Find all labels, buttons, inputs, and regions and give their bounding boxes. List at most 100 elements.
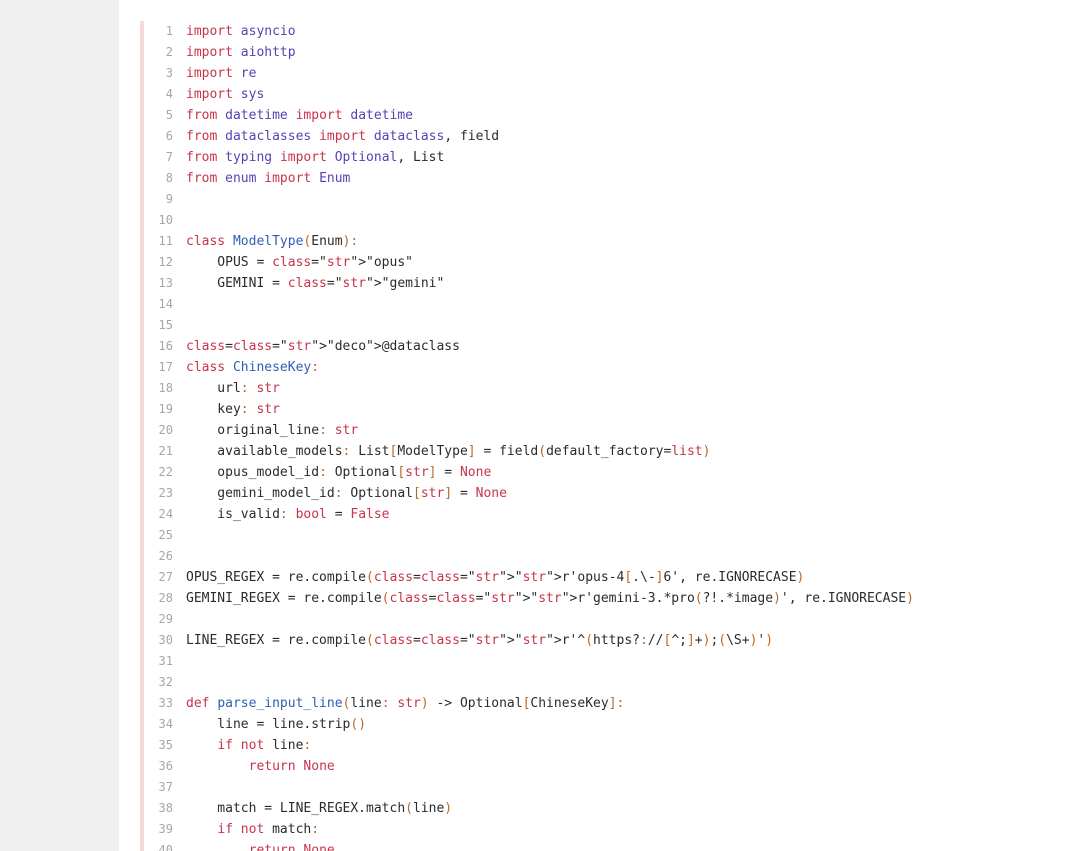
code-line: 21 available_models: List[ModelType] = f…	[144, 441, 1074, 462]
code-text: import asyncio	[186, 24, 296, 39]
line-number: 13	[158, 276, 173, 290]
line-number: 19	[158, 402, 173, 416]
code-text: from dataclasses import dataclass, field	[186, 129, 500, 144]
code-line: 10	[144, 210, 1074, 231]
code-line: 27 OPUS_REGEX = re.compile(class=class="s…	[144, 567, 1074, 588]
code-text: available_models: List[ModelType] = fiel…	[186, 444, 711, 459]
code-text: line = line.strip()	[186, 717, 367, 732]
line-number: 40	[158, 843, 173, 851]
code-text: import sys	[186, 87, 265, 102]
code-line: 38 match = LINE_REGEX.match(line)	[144, 798, 1074, 819]
code-text: return None	[248, 759, 335, 774]
code-line: 18 url: str	[144, 378, 1074, 399]
code-line: 24 is_valid: bool = False	[144, 504, 1074, 525]
line-number: 1	[165, 24, 173, 38]
code-line: 31	[144, 651, 1074, 672]
line-number: 2	[165, 45, 173, 59]
code-line: 25	[144, 525, 1074, 546]
code-text: if not line:	[217, 738, 312, 753]
line-number: 35	[158, 738, 173, 752]
code-block: 1 import asyncio 2 import aiohttp 3 import re…	[140, 21, 1074, 851]
line-number: 30	[158, 633, 173, 647]
line-number: 33	[158, 696, 173, 710]
code-text: gemini_model_id: Optional[str] = None	[186, 486, 507, 501]
line-number: 27	[158, 570, 173, 584]
line-number: 25	[158, 528, 173, 542]
code-line: 36 return None	[144, 756, 1074, 777]
line-number: 37	[158, 780, 173, 794]
code-text: from enum import Enum	[186, 171, 351, 186]
code-line: 8 from enum import Enum	[144, 168, 1074, 189]
code-text: opus_model_id: Optional[str] = None	[186, 465, 492, 480]
line-number: 4	[165, 87, 173, 101]
code-text: is_valid: bool = False	[186, 507, 390, 522]
code-line: 32	[144, 672, 1074, 693]
line-number: 31	[158, 654, 173, 668]
line-number: 23	[158, 486, 173, 500]
code-line: 39 if not match:	[144, 819, 1074, 840]
code-line: 35 if not line:	[144, 735, 1074, 756]
line-number: 16	[158, 339, 173, 353]
code-line: 23 gemini_model_id: Optional[str] = None	[144, 483, 1074, 504]
line-number: 20	[158, 423, 173, 437]
code-line: 12 OPUS = class="str">"opus"	[144, 252, 1074, 273]
line-number: 29	[158, 612, 173, 626]
code-text: OPUS = class="str">"opus"	[186, 255, 413, 270]
line-number: 22	[158, 465, 173, 479]
line-number: 12	[158, 255, 173, 269]
code-text: if not match:	[217, 822, 320, 837]
code-line: 6 from dataclasses import dataclass, fiel…	[144, 126, 1074, 147]
line-number: 24	[158, 507, 173, 521]
code-text: from typing import Optional, List	[186, 150, 445, 165]
code-line: 28 GEMINI_REGEX = re.compile(class=class=…	[144, 588, 1074, 609]
line-number: 17	[158, 360, 173, 374]
line-number: 39	[158, 822, 173, 836]
line-number: 32	[158, 675, 173, 689]
code-text: url: str	[186, 381, 280, 396]
code-text: import aiohttp	[186, 45, 296, 60]
code-text: def parse_input_line(line: str) -> Optio…	[186, 696, 625, 711]
line-number: 9	[165, 192, 173, 206]
code-text: class=class="str">"deco">@dataclass	[186, 339, 460, 354]
line-number: 21	[158, 444, 173, 458]
code-text: class ChineseKey:	[186, 360, 320, 375]
code-line: 5 from datetime import datetime	[144, 105, 1074, 126]
code-text: OPUS_REGEX = re.compile(class=class="str…	[186, 570, 805, 585]
line-number: 26	[158, 549, 173, 563]
code-text: from datetime import datetime	[186, 108, 414, 123]
line-number: 15	[158, 318, 173, 332]
code-line: 22 opus_model_id: Optional[str] = None	[144, 462, 1074, 483]
line-number: 3	[165, 66, 173, 80]
code-text: LINE_REGEX = re.compile(class=class="str…	[186, 633, 774, 648]
line-number: 18	[158, 381, 173, 395]
code-line: 33 def parse_input_line(line: str) -> Opt…	[144, 693, 1074, 714]
code-line: 13 GEMINI = class="str">"gemini"	[144, 273, 1074, 294]
line-number: 34	[158, 717, 173, 731]
code-line: 14	[144, 294, 1074, 315]
line-number: 8	[165, 171, 173, 185]
code-line: 20 original_line: str	[144, 420, 1074, 441]
code-line: 16 class=class="str">"deco">@dataclass	[144, 336, 1074, 357]
code-text: GEMINI = class="str">"gemini"	[186, 276, 445, 291]
line-number: 11	[158, 234, 173, 248]
code-line: 19 key: str	[144, 399, 1074, 420]
line-number: 28	[158, 591, 173, 605]
code-text: original_line: str	[186, 423, 359, 438]
line-number: 36	[158, 759, 173, 773]
code-line: 34 line = line.strip()	[144, 714, 1074, 735]
code-text: GEMINI_REGEX = re.compile(class=class="s…	[186, 591, 914, 606]
line-number: 6	[165, 129, 173, 143]
line-number: 10	[158, 213, 173, 227]
code-line: 2 import aiohttp	[144, 42, 1074, 63]
code-line: 17 class ChineseKey:	[144, 357, 1074, 378]
code-text: match = LINE_REGEX.match(line)	[186, 801, 453, 816]
code-line: 37	[144, 777, 1074, 798]
left-gutter	[0, 0, 119, 851]
code-line: 1 import asyncio	[144, 21, 1074, 42]
code-text: import re	[186, 66, 257, 81]
code-line: 26	[144, 546, 1074, 567]
line-number: 38	[158, 801, 173, 815]
line-number: 7	[165, 150, 173, 164]
code-line: 11 class ModelType(Enum):	[144, 231, 1074, 252]
code-text: key: str	[186, 402, 280, 417]
